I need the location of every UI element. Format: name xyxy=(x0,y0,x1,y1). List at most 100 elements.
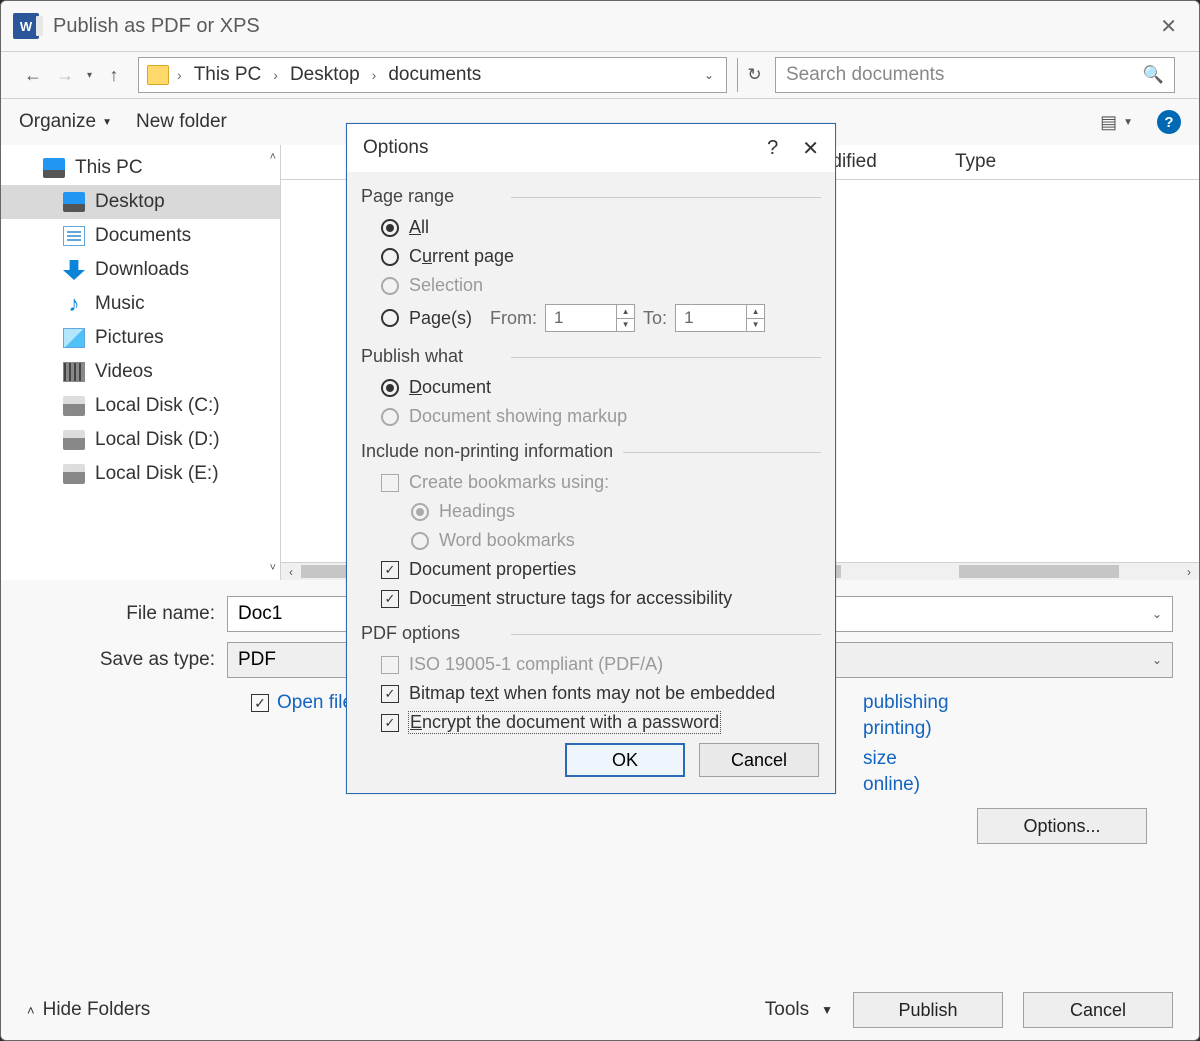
dialog-titlebar: Options ? ✕ xyxy=(347,124,835,172)
options-button[interactable]: Options... xyxy=(977,808,1147,844)
scroll-up-icon[interactable]: ˄ xyxy=(270,151,276,163)
help-button[interactable]: ? xyxy=(1157,110,1181,134)
to-input[interactable]: 1▲▼ xyxy=(675,304,765,332)
breadcrumb-this-pc[interactable]: This PC xyxy=(190,62,266,88)
dialog-cancel-button[interactable]: Cancel xyxy=(699,743,819,777)
checkbox-icon: ✓ xyxy=(381,561,399,579)
checkbox-icon xyxy=(381,474,399,492)
back-button[interactable]: ← xyxy=(19,61,47,89)
open-after-label: Open file xyxy=(277,692,353,714)
organize-button[interactable]: Organize ▼ xyxy=(19,111,112,133)
disk-icon xyxy=(63,430,85,450)
chevron-down-icon: ▼ xyxy=(102,117,112,128)
sidebar-item-downloads[interactable]: Downloads xyxy=(1,253,280,287)
dialog-close-button[interactable]: ✕ xyxy=(802,136,819,161)
window-title: Publish as PDF or XPS xyxy=(53,15,260,38)
scroll-down-icon[interactable]: ˅ xyxy=(270,562,276,574)
scroll-right-icon[interactable]: › xyxy=(1179,563,1199,580)
search-input[interactable]: Search documents 🔍 xyxy=(775,57,1175,93)
chevron-down-icon[interactable]: ⌄ xyxy=(1152,607,1162,621)
breadcrumb-documents[interactable]: documents xyxy=(384,62,485,88)
sidebar-item-desktop[interactable]: Desktop xyxy=(1,185,280,219)
radio-icon xyxy=(411,503,429,521)
sidebar-item-disk-e[interactable]: Local Disk (E:) xyxy=(1,457,280,491)
sidebar-item-videos[interactable]: Videos xyxy=(1,355,280,389)
chevron-right-icon[interactable]: › xyxy=(177,67,182,83)
chevron-right-icon[interactable]: › xyxy=(273,67,278,83)
chevron-down-icon: ▼ xyxy=(821,1003,833,1017)
group-publish-what: Publish what xyxy=(361,346,821,367)
history-dropdown[interactable]: ▾ xyxy=(87,70,92,81)
radio-icon xyxy=(381,379,399,397)
ok-button[interactable]: OK xyxy=(565,743,685,777)
optimize-minimum-2: online) xyxy=(863,774,1173,796)
sidebar-item-disk-c[interactable]: Local Disk (C:) xyxy=(1,389,280,423)
dialog-help-button[interactable]: ? xyxy=(767,137,778,160)
filename-label: File name: xyxy=(27,603,227,625)
publish-button[interactable]: Publish xyxy=(853,992,1003,1028)
column-type[interactable]: Type xyxy=(955,151,1185,173)
desktop-icon xyxy=(63,192,85,212)
navigation-bar: ← → ▾ ↑ › This PC › Desktop › documents … xyxy=(1,51,1199,99)
sidebar: ˄ This PC Desktop Documents Downloads ♪M… xyxy=(1,145,281,580)
check-doc-properties[interactable]: ✓Document properties xyxy=(361,555,821,584)
close-icon[interactable]: ✕ xyxy=(1150,8,1187,45)
radio-document-markup: Document showing markup xyxy=(361,402,821,431)
save-dialog-window: W Publish as PDF or XPS ✕ ← → ▾ ↑ › This… xyxy=(0,0,1200,1041)
radio-current-page[interactable]: Current page xyxy=(361,242,821,271)
optimize-minimum[interactable]: size xyxy=(863,748,1173,770)
hide-folders-button[interactable]: ˄ Hide Folders xyxy=(27,999,150,1021)
forward-button: → xyxy=(51,61,79,89)
sidebar-item-disk-d[interactable]: Local Disk (D:) xyxy=(1,423,280,457)
sidebar-item-pictures[interactable]: Pictures xyxy=(1,321,280,355)
word-app-icon: W xyxy=(13,13,39,39)
radio-word-bookmarks: Word bookmarks xyxy=(361,526,821,555)
cancel-button[interactable]: Cancel xyxy=(1023,992,1173,1028)
radio-pages[interactable]: Page(s) From: 1▲▼ To: 1▲▼ xyxy=(361,300,821,336)
radio-icon xyxy=(381,309,399,327)
new-folder-button[interactable]: New folder xyxy=(136,111,227,133)
dialog-body: Page range All Current page Selection Pa… xyxy=(347,172,835,793)
sidebar-item-documents[interactable]: Documents xyxy=(1,219,280,253)
check-encrypt[interactable]: ✓Encrypt the document with a password xyxy=(361,708,821,737)
radio-icon xyxy=(381,277,399,295)
from-input[interactable]: 1▲▼ xyxy=(545,304,635,332)
search-icon[interactable]: 🔍 xyxy=(1143,65,1164,85)
savetype-label: Save as type: xyxy=(27,649,227,671)
options-dialog: Options ? ✕ Page range All Current page … xyxy=(346,123,836,794)
check-bitmap-text[interactable]: ✓Bitmap text when fonts may not be embed… xyxy=(361,679,821,708)
address-dropdown[interactable]: ⌄ xyxy=(700,64,718,86)
sidebar-item-this-pc[interactable]: This PC xyxy=(1,151,280,185)
view-mode-button[interactable]: ▤ ▼ xyxy=(1100,112,1133,133)
from-label: From: xyxy=(490,308,537,329)
spin-up-icon[interactable]: ▲ xyxy=(617,305,634,319)
scrollbar-thumb[interactable] xyxy=(959,565,1119,578)
radio-document[interactable]: Document xyxy=(361,373,821,402)
scroll-left-icon[interactable]: ‹ xyxy=(281,563,301,580)
spin-down-icon[interactable]: ▼ xyxy=(747,319,764,332)
group-pdf-options: PDF options xyxy=(361,623,821,644)
optimize-standard[interactable]: publishing xyxy=(863,692,1173,714)
address-bar[interactable]: › This PC › Desktop › documents ⌄ xyxy=(138,57,727,93)
breadcrumb-desktop[interactable]: Desktop xyxy=(286,62,364,88)
chevron-right-icon[interactable]: › xyxy=(372,67,377,83)
radio-all[interactable]: All xyxy=(361,213,821,242)
tools-dropdown[interactable]: Tools ▼ xyxy=(765,999,833,1021)
spin-up-icon[interactable]: ▲ xyxy=(747,305,764,319)
dialog-title: Options xyxy=(363,137,428,159)
chevron-up-icon: ˄ xyxy=(27,1003,35,1018)
open-after-checkbox[interactable]: ✓ xyxy=(251,694,269,712)
check-structure-tags[interactable]: ✓Document structure tags for accessibili… xyxy=(361,584,821,613)
videos-icon xyxy=(63,362,85,382)
spin-down-icon[interactable]: ▼ xyxy=(617,319,634,332)
chevron-down-icon[interactable]: ⌄ xyxy=(1152,653,1162,667)
music-icon: ♪ xyxy=(63,294,85,314)
optimize-standard-2: printing) xyxy=(863,718,1173,740)
disk-icon xyxy=(63,396,85,416)
documents-icon xyxy=(63,226,85,246)
folder-icon xyxy=(147,65,169,85)
sidebar-item-music[interactable]: ♪Music xyxy=(1,287,280,321)
radio-icon xyxy=(381,219,399,237)
up-button[interactable]: ↑ xyxy=(100,61,128,89)
refresh-button[interactable]: ↻ xyxy=(737,58,771,92)
